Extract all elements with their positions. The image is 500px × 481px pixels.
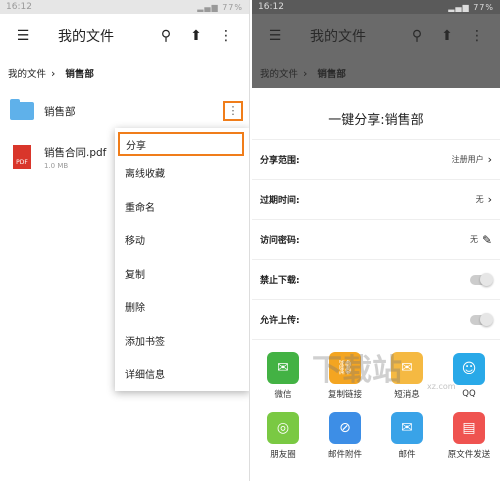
menu-item-share[interactable]: 分享 xyxy=(118,132,244,156)
share-sheet-title: 一键分享:销售部 xyxy=(252,98,500,140)
setting-scope[interactable]: 分享范围: 注册用户 › xyxy=(252,140,500,180)
menu-item-bookmark[interactable]: 添加书签 xyxy=(115,324,249,358)
status-bar: 16:12 ▂▄▆ 77% xyxy=(252,0,500,14)
menu-item-rename[interactable]: 重命名 xyxy=(115,190,249,224)
expiry-label: 过期时间: xyxy=(260,196,300,206)
signal-icon: ▂▄▆ xyxy=(197,2,219,12)
allow-upload-toggle[interactable] xyxy=(470,312,493,326)
menu-item-delete[interactable]: 删除 xyxy=(115,290,249,324)
status-icons: ▂▄▆ 77% xyxy=(197,3,243,12)
file-name: 销售合同.pdf xyxy=(44,146,107,159)
share-target-file-send[interactable]: ▤ 原文件发送 xyxy=(438,406,500,466)
edit-pencil-icon[interactable]: ✎ xyxy=(482,233,492,247)
share-sheet: 一键分享:销售部 分享范围: 注册用户 › 过期时间: 无 › 访问密码: 无 … xyxy=(252,98,500,472)
status-icons: ▂▄▆ 77% xyxy=(448,3,494,12)
breadcrumb-current: 销售部 xyxy=(65,69,94,80)
app-bar: ☰ 我的文件 ⚲ ⬆ ⋮ xyxy=(0,14,249,58)
share-target-label: 邮件附件 xyxy=(327,450,362,460)
pdf-file-icon: PDF xyxy=(13,145,31,169)
file-size: 1.0 MB xyxy=(44,161,69,170)
chevron-right-icon: › xyxy=(303,66,308,80)
share-target-attachment[interactable]: ⊘ 邮件附件 xyxy=(314,406,376,466)
sms-icon: ✉ xyxy=(391,352,423,384)
page-title: 我的文件 xyxy=(58,29,114,45)
no-download-toggle[interactable] xyxy=(470,272,493,286)
share-screen: 16:12 ▂▄▆ 77% ☰ 我的文件 ⚲ ⬆ ⋮ 我的文件 › 销售部 一键… xyxy=(252,0,500,481)
share-target-wechat[interactable]: ✉ 微信 xyxy=(252,346,314,406)
chevron-right-icon: › xyxy=(487,153,492,166)
upload-icon[interactable]: ⬆ xyxy=(181,28,211,44)
hamburger-menu-icon[interactable]: ☰ xyxy=(8,28,38,44)
file-list-screen: 16:12 ▂▄▆ 77% ☰ 我的文件 ⚲ ⬆ ⋮ 我的文件 › 销售部 销售… xyxy=(0,0,250,481)
scope-value: 注册用户 xyxy=(451,155,484,164)
status-time: 16:12 xyxy=(6,2,32,12)
status-bar: 16:12 ▂▄▆ 77% xyxy=(0,0,249,14)
share-target-label: 复制链接 xyxy=(327,390,362,400)
page-title: 我的文件 xyxy=(310,29,366,45)
file-meta: 销售部 xyxy=(44,104,76,119)
hamburger-menu-icon: ☰ xyxy=(268,28,282,44)
file-name: 销售部 xyxy=(44,105,76,118)
file-meta: 销售合同.pdf 1.0 MB xyxy=(44,145,106,170)
setting-no-download: 禁止下载: xyxy=(252,260,500,300)
password-label: 访问密码: xyxy=(260,236,300,246)
breadcrumb-current: 销售部 xyxy=(317,69,346,80)
watermark-sub: xz.com xyxy=(427,382,456,391)
wechat-icon: ✉ xyxy=(267,352,299,384)
password-value: 无 xyxy=(469,235,478,244)
file-send-icon: ▤ xyxy=(453,412,485,444)
share-target-qq[interactable]: ☺ QQ xyxy=(438,346,500,406)
more-vert-icon: ⋮ xyxy=(470,28,484,44)
share-target-sms[interactable]: ✉ 短消息 xyxy=(376,346,438,406)
share-target-label: 原文件发送 xyxy=(447,450,491,460)
breadcrumb-root[interactable]: 我的文件 xyxy=(8,66,46,80)
upload-icon: ⬆ xyxy=(441,28,453,44)
menu-item-offline[interactable]: 离线收藏 xyxy=(115,156,249,190)
breadcrumb-root: 我的文件 xyxy=(260,69,299,80)
share-target-label: 邮件 xyxy=(398,450,416,460)
setting-allow-upload: 允许上传: xyxy=(252,300,500,340)
breadcrumb: 我的文件 › 销售部 xyxy=(0,58,249,88)
signal-icon: ▂▄▆ xyxy=(448,2,470,12)
attachment-icon: ⊘ xyxy=(329,412,361,444)
context-menu: 分享 离线收藏 重命名 移动 复制 删除 添加书签 详细信息 xyxy=(115,128,249,391)
more-vert-icon: ⋮ xyxy=(227,104,239,117)
pdf-icon-label: PDF xyxy=(16,159,28,166)
menu-item-copy[interactable]: 复制 xyxy=(115,257,249,291)
scope-label: 分享范围: xyxy=(260,156,300,166)
no-download-label: 禁止下载: xyxy=(260,276,300,286)
share-target-link[interactable]: ⛓ 复制链接 xyxy=(314,346,376,406)
share-target-label: 朋友圈 xyxy=(270,450,296,460)
allow-upload-label: 允许上传: xyxy=(260,316,300,326)
link-icon: ⛓ xyxy=(329,352,361,384)
share-target-label: QQ xyxy=(462,389,476,399)
chevron-right-icon: › xyxy=(51,66,56,80)
battery-level: 77% xyxy=(222,2,243,12)
menu-item-details[interactable]: 详细信息 xyxy=(115,357,249,391)
setting-expiry[interactable]: 过期时间: 无 › xyxy=(252,180,500,220)
share-targets-grid: ✉ 微信 ⛓ 复制链接 ✉ 短消息 ☺ QQ ◎ 朋友圈 ⊘ 邮件附件 ✉ 邮件 ▤ 原文件发送 xyxy=(252,340,500,472)
share-target-label: 微信 xyxy=(274,390,292,400)
status-time: 16:12 xyxy=(258,2,284,12)
share-target-moments[interactable]: ◎ 朋友圈 xyxy=(252,406,314,466)
breadcrumb: 我的文件 › 销售部 xyxy=(252,58,500,88)
moments-icon: ◎ xyxy=(267,412,299,444)
share-target-label: 短消息 xyxy=(394,390,420,400)
search-icon[interactable]: ⚲ xyxy=(151,28,181,44)
expiry-value: 无 xyxy=(475,195,484,204)
mail-icon: ✉ xyxy=(391,412,423,444)
battery-level: 77% xyxy=(473,2,494,12)
chevron-right-icon: › xyxy=(487,193,492,206)
setting-password[interactable]: 访问密码: 无 ✎ xyxy=(252,220,500,260)
file-more-button[interactable]: ⋮ xyxy=(223,101,243,121)
folder-icon xyxy=(10,99,34,120)
share-target-mail[interactable]: ✉ 邮件 xyxy=(376,406,438,466)
menu-item-move[interactable]: 移动 xyxy=(115,223,249,257)
search-icon: ⚲ xyxy=(411,28,423,44)
more-vert-icon[interactable]: ⋮ xyxy=(211,28,241,44)
app-bar: ☰ 我的文件 ⚲ ⬆ ⋮ xyxy=(252,14,500,58)
qq-icon: ☺ xyxy=(453,353,485,385)
